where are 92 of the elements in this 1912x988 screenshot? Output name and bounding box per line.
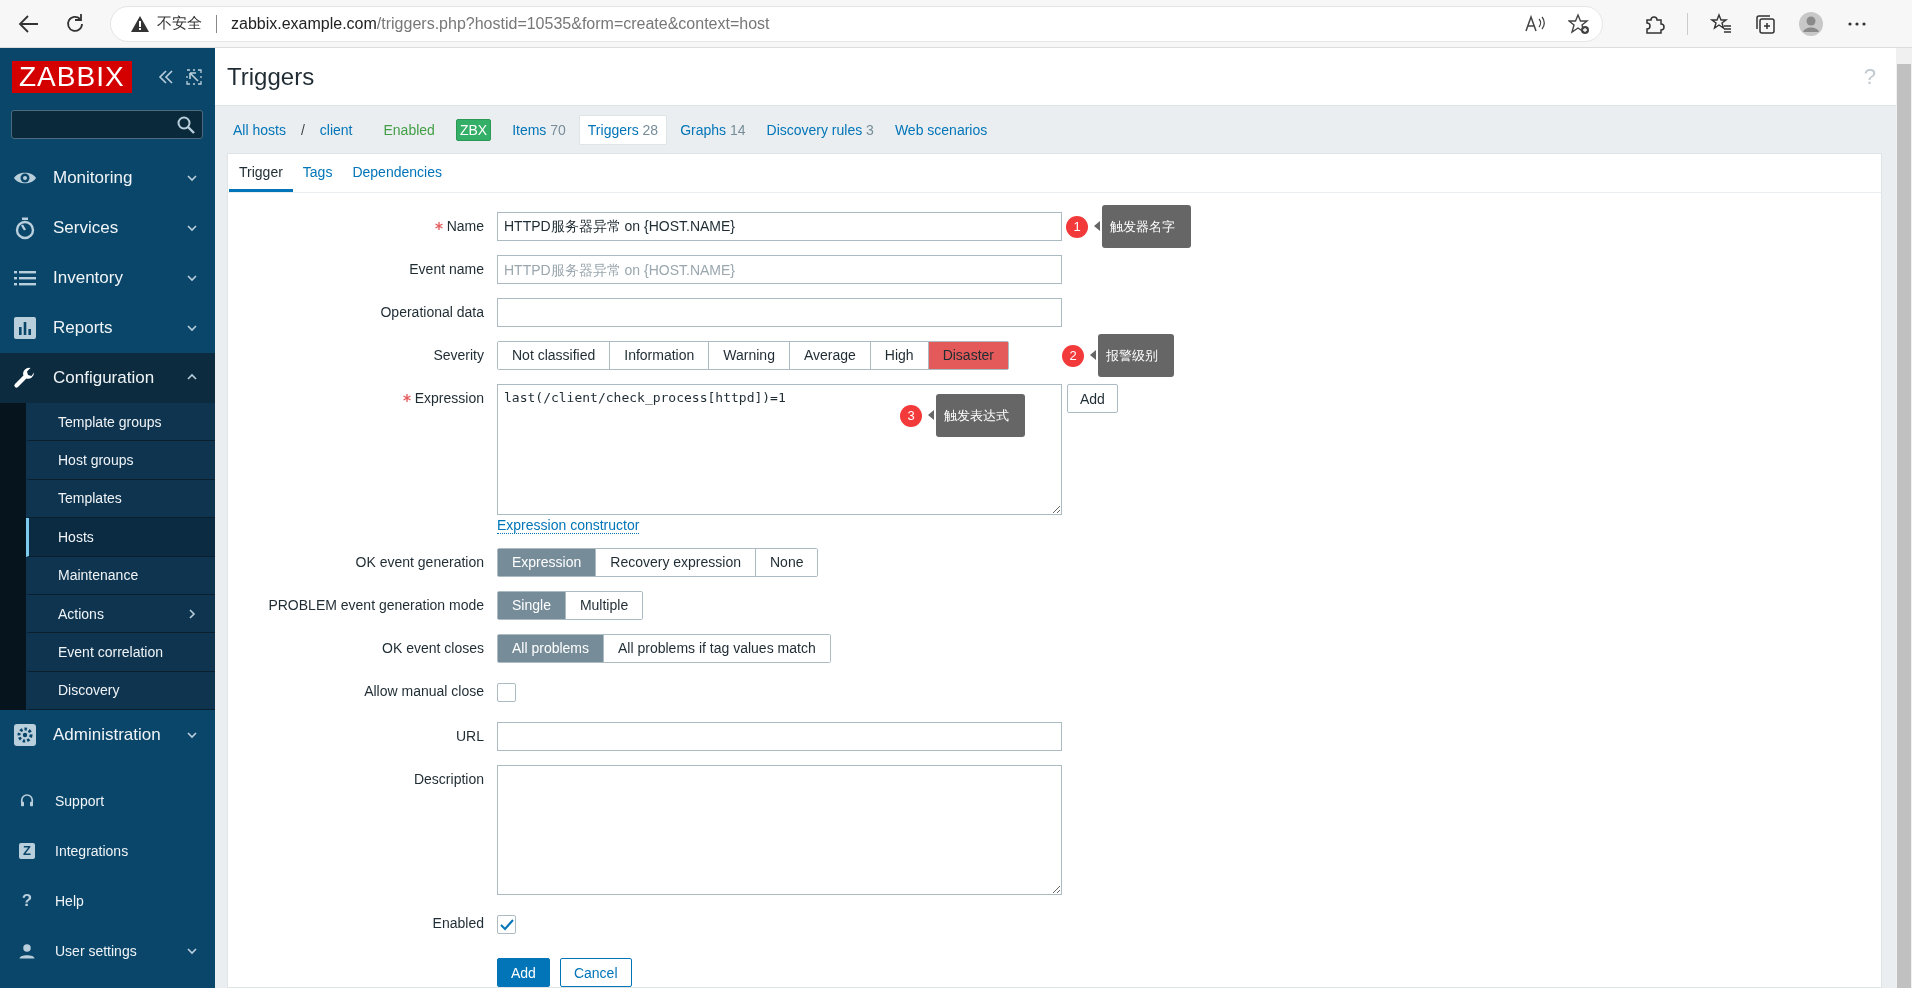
host-nav-tab[interactable]: Web scenarios	[886, 115, 996, 144]
gear-icon	[13, 723, 37, 748]
host-nav-tab[interactable]: Triggers 28	[578, 114, 668, 145]
logo[interactable]: ZABBIX	[12, 61, 132, 93]
field-label: Severity	[433, 346, 484, 365]
number-badge: 1	[1066, 215, 1088, 238]
stopwatch-icon	[13, 216, 37, 240]
availability-badge: ZBX	[455, 118, 492, 141]
segment-option[interactable]: None	[755, 549, 818, 576]
number-badge: 2	[1062, 344, 1084, 367]
breadcrumb-link[interactable]: All hosts	[233, 121, 286, 138]
submenu-item[interactable]: Template groups	[26, 403, 215, 442]
menu-item[interactable]: Configuration	[0, 353, 215, 403]
form-tab[interactable]: Dependencies	[342, 164, 452, 192]
submenu-item[interactable]: Maintenance	[26, 556, 215, 595]
submenu-item[interactable]: Host groups	[26, 441, 215, 480]
checkbox[interactable]	[497, 915, 516, 934]
menu-item[interactable]: Services	[0, 203, 215, 253]
field-label: Enabled	[432, 914, 484, 933]
security-label: 不安全	[157, 14, 202, 33]
submenu-item[interactable]: Templates	[26, 479, 215, 519]
text-field[interactable]	[497, 298, 1062, 327]
scrollbar[interactable]	[1896, 48, 1912, 988]
field-label: Event name	[409, 260, 484, 279]
search-icon	[177, 115, 195, 134]
kiosk-mode-icon[interactable]	[185, 69, 202, 85]
bar-chart-icon	[13, 316, 37, 340]
expression-constructor-link[interactable]: Expression constructor	[497, 517, 640, 534]
field-label: Description	[413, 770, 484, 789]
menu-item[interactable]: Inventory	[0, 253, 215, 303]
chevron-icon	[187, 173, 197, 183]
menu-item[interactable]: User settings	[0, 926, 215, 977]
address-bar[interactable]: 不安全 zabbix.example.com/triggers.php?hostid=10535&form=create&context=host	[110, 5, 1603, 42]
submenu-item[interactable]: Hosts	[26, 518, 215, 557]
warning-icon	[131, 15, 149, 32]
field-label: OK event closes	[382, 639, 484, 658]
pointer-icon	[1090, 350, 1096, 360]
segment-option[interactable]: All problems if tag values match	[603, 635, 830, 662]
description-field[interactable]	[497, 765, 1062, 895]
user-icon	[18, 942, 36, 961]
submenu-item[interactable]: Discovery	[26, 671, 215, 711]
glyph-icon: Z	[19, 843, 35, 860]
menu-item[interactable]: Reports	[0, 303, 215, 353]
chevron-icon	[187, 730, 197, 741]
add-button[interactable]: Add	[1067, 384, 1118, 413]
pointer-icon	[1094, 221, 1100, 231]
chevron-icon	[187, 223, 197, 233]
breadcrumb-separator: /	[300, 121, 305, 138]
add-button[interactable]: Add	[497, 958, 550, 987]
menu-item[interactable]: ? Help	[0, 876, 215, 927]
field-label: PROBLEM event generation mode	[268, 596, 484, 615]
field-label: Operational data	[380, 303, 484, 322]
field-label: OK event generation	[355, 553, 484, 572]
text-field[interactable]: HTTPD服务器异常 on {HOST.NAME}	[497, 255, 1062, 284]
submenu-item[interactable]: Actions	[26, 594, 215, 634]
breadcrumb-link[interactable]: client	[319, 121, 353, 138]
refresh-icon[interactable]	[64, 12, 86, 35]
checkmark-icon	[499, 918, 514, 931]
menu-item[interactable]: Z Integrations	[0, 826, 215, 877]
field-label: URL	[456, 727, 484, 746]
form-tab[interactable]: Tags	[292, 164, 343, 192]
favorites-icon[interactable]	[1710, 12, 1732, 35]
cancel-button[interactable]: Cancel	[559, 958, 632, 987]
chevron-icon	[187, 273, 197, 283]
field-label: Allow manual close	[364, 682, 484, 701]
back-icon[interactable]	[18, 12, 40, 35]
form-tab[interactable]: Trigger	[229, 164, 293, 192]
menu-item[interactable]: Administration	[0, 710, 215, 761]
segment-option[interactable]: Disaster	[927, 342, 1008, 369]
menu-item[interactable]: Support	[0, 776, 215, 827]
text-field[interactable]: HTTPD服务器异常 on {HOST.NAME}	[497, 212, 1062, 241]
submenu-item[interactable]: Event correlation	[26, 633, 215, 672]
chevron-icon	[187, 323, 197, 333]
collections-icon[interactable]	[1754, 12, 1776, 35]
wrench-icon	[13, 366, 37, 390]
checkbox[interactable]	[497, 683, 516, 702]
segment-option[interactable]: Multiple	[564, 592, 643, 619]
menu-item[interactable]: Monitoring	[0, 153, 215, 203]
field-label: Name	[446, 217, 484, 236]
host-nav-tab[interactable]: Discovery rules 3	[758, 115, 882, 144]
pointer-icon	[928, 410, 934, 420]
field-label: Expression	[414, 389, 484, 408]
page-title: Triggers	[227, 62, 316, 91]
url-text: zabbix.example.com/triggers.php?hostid=10535&form=create&context=host	[231, 14, 770, 33]
text-field[interactable]	[497, 722, 1062, 751]
host-nav-tab[interactable]: Items 70	[504, 115, 574, 144]
host-nav-tab[interactable]: Graphs 14	[672, 115, 754, 144]
glyph-icon: ?	[18, 891, 36, 912]
collapse-icon[interactable]	[157, 69, 174, 85]
star-plus-icon[interactable]	[1568, 12, 1590, 35]
search-field[interactable]	[11, 110, 203, 139]
profile-icon[interactable]	[1798, 10, 1824, 37]
